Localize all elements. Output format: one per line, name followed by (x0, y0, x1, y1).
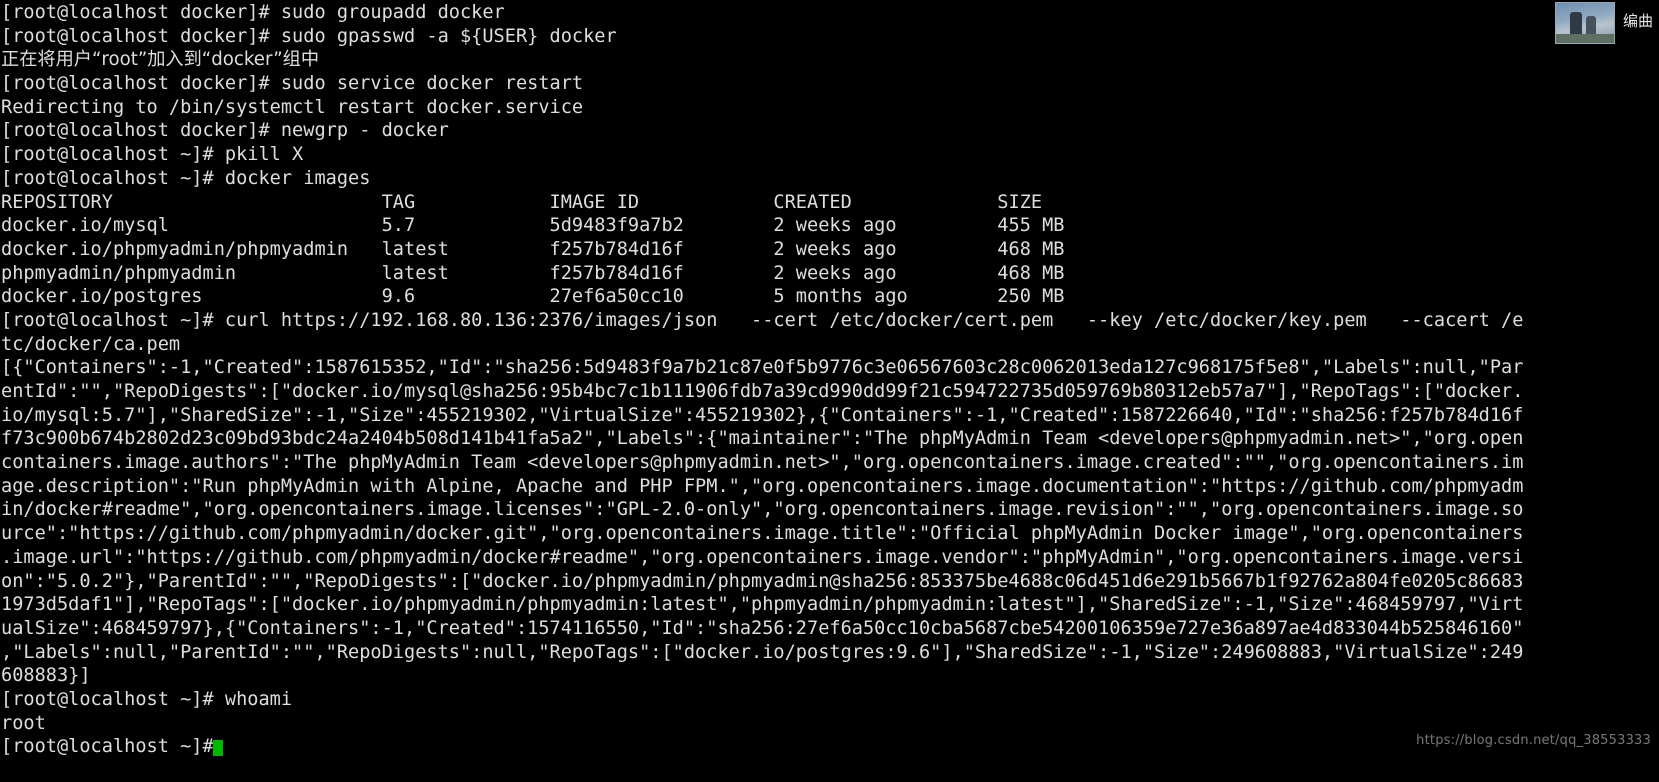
terminal-line: docker.io/mysql 5.7 5d9483f9a7b2 2 weeks… (1, 215, 1065, 237)
terminal-line: f73c900b674b2802d23c09bd93bdc24a2404b508… (1, 428, 1524, 450)
terminal-line: [root@localhost docker]# sudo gpasswd -a… (1, 25, 617, 47)
terminal-line: containers.image.authors":"The phpMyAdmi… (1, 452, 1524, 474)
terminal-line: io/mysql:5.7"],"SharedSize":-1,"Size":45… (1, 404, 1524, 426)
terminal-line: [root@localhost ~]# whoami (1, 688, 293, 710)
terminal-line: root (1, 712, 46, 734)
terminal-line: REPOSITORY TAG IMAGE ID CREATED SIZE (1, 191, 1043, 213)
terminal-output[interactable]: [root@localhost docker]# sudo groupadd d… (0, 0, 1659, 782)
terminal-cursor (213, 739, 224, 756)
terminal-line: urce":"https://github.com/phpmyadmin/doc… (1, 523, 1524, 545)
terminal-line: entId":"","RepoDigests":["docker.io/mysq… (1, 381, 1524, 402)
terminal-line: ,"Labels":null,"ParentId":"","RepoDigest… (1, 641, 1524, 663)
terminal-line: age.description":"Run phpMyAdmin with Al… (1, 475, 1524, 497)
terminal-line: ualSize":468459797},{"Containers":-1,"Cr… (1, 617, 1524, 639)
corner-widget[interactable]: 编曲 (1554, 0, 1659, 46)
terminal-line: docker.io/phpmyadmin/phpmyadmin latest f… (1, 238, 1065, 260)
terminal-line: 608883}] (1, 665, 91, 687)
terminal-line: Redirecting to /bin/systemctl restart do… (1, 96, 584, 118)
terminal-line: [root@localhost docker]# sudo groupadd d… (1, 2, 505, 23)
terminal-line: [root@localhost docker]# newgrp - docker (1, 120, 449, 142)
terminal-line: tc/docker/ca.pem (1, 333, 181, 355)
watermark-text: https://blog.csdn.net/qq_38553333 (1416, 733, 1651, 748)
terminal-line: [root@localhost ~]# curl https://192.168… (1, 309, 1524, 331)
thumbnail-image[interactable] (1554, 2, 1615, 44)
corner-widget-label: 编曲 (1622, 12, 1653, 30)
terminal-line: 正在将用户“root”加入到“docker”组中 (1, 49, 320, 71)
terminal-line: [root@localhost ~]# pkill X (1, 144, 304, 166)
thumbnail-figure-left (1569, 12, 1582, 34)
terminal-line: in/docker#readme","org.opencontainers.im… (1, 499, 1524, 521)
terminal-line: [root@localhost ~]# docker images (1, 167, 371, 189)
thumbnail-ground (1555, 34, 1614, 43)
terminal-line: 1973d5daf1"],"RepoTags":["docker.io/phpm… (1, 594, 1524, 616)
thumbnail-figure-right (1585, 16, 1596, 34)
terminal-line: docker.io/postgres 9.6 27ef6a50cc10 5 mo… (1, 286, 1065, 308)
terminal-line: [root@localhost docker]# sudo service do… (1, 73, 584, 95)
terminal-line: [{"Containers":-1,"Created":1587615352,"… (1, 357, 1524, 379)
terminal-line: on":"5.0.2"},"ParentId":"","RepoDigests"… (1, 570, 1524, 592)
terminal-line: .image.url":"https://github.com/phpmyadm… (1, 546, 1524, 568)
terminal-line: [root@localhost ~]# (1, 736, 214, 758)
terminal-line: phpmyadmin/phpmyadmin latest f257b784d16… (1, 262, 1065, 284)
